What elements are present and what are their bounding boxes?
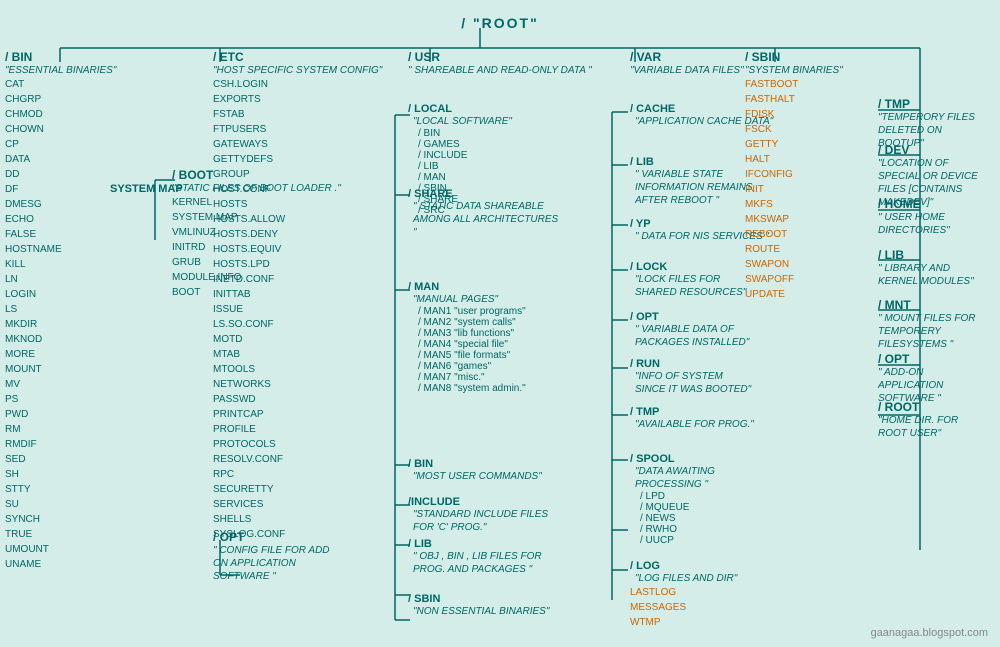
var-run-desc: "INFO OF SYSTEM SINCE IT WAS BOOTED" — [635, 370, 755, 396]
usr-man-sub: / MAN1 "user programs"/ MAN2 "system cal… — [418, 306, 526, 394]
var-log-label: / LOG — [630, 560, 737, 572]
home-right-label: / HOME — [878, 197, 988, 211]
home-right-desc: " USER HOME DIRECTORIES" — [878, 211, 988, 237]
etc-opt-column: / OPT " CONFIG FILE FOR ADD ON APPLICATI… — [213, 530, 333, 583]
usr-bin-label: / BIN — [408, 458, 542, 470]
usr-man: / MAN "MANUAL PAGES" / MAN1 "user progra… — [408, 278, 526, 394]
lib-right: / LIB " LIBRARY AND KERNEL MODULES" — [878, 248, 988, 288]
usr-sbin: / SBIN "NON ESSENTIAL BINARIES" — [408, 590, 549, 618]
opt-right: / OPT " ADD-ON APPLICATION SOFTWARE " — [878, 352, 988, 405]
bin-desc: "ESSENTIAL BINARIES" — [5, 64, 116, 77]
lib-right-desc: " LIBRARY AND KERNEL MODULES" — [878, 262, 988, 288]
var-spool: / SPOOL "DATA AWAITING PROCESSING " / LP… — [630, 450, 755, 546]
usr-include-label: /INCLUDE — [408, 496, 563, 508]
root-right: / ROOT "HOME DIR. FOR ROOT USER" — [878, 400, 988, 440]
usr-column: / USR " SHAREABLE AND READ-ONLY DATA " — [408, 50, 592, 77]
var-run-label: / RUN — [630, 358, 755, 370]
sbin-label: / SBIN — [745, 50, 843, 64]
bin-label: / BIN — [5, 50, 116, 64]
var-column: / VAR "VARIABLE DATA FILES" — [630, 50, 744, 77]
var-log: / LOG "LOG FILES AND DIR" LASTLOGMESSAGE… — [630, 557, 737, 630]
usr-man-label: / MAN — [408, 281, 526, 293]
var-log-desc: "LOG FILES AND DIR" — [635, 572, 737, 585]
root-title: / "ROOT" — [10, 10, 990, 31]
bin-column: / BIN "ESSENTIAL BINARIES" CATCHGRPCHMOD… — [5, 50, 116, 572]
usr-bin: / BIN "MOST USER COMMANDS" — [408, 455, 542, 483]
var-label: / VAR — [630, 50, 744, 64]
mnt-right-label: / MNT — [878, 298, 988, 312]
var-tmp-label: / TMP — [630, 406, 754, 418]
usr-man-desc: "MANUAL PAGES" — [413, 293, 526, 306]
var-opt-desc: " VARIABLE DATA OF PACKAGES INSTALLED" — [635, 323, 755, 349]
usr-share-desc: " STATIC DATA SHAREABLE AMONG ALL ARCHIT… — [413, 200, 563, 239]
etc-opt-desc: " CONFIG FILE FOR ADD ON APPLICATION SOF… — [213, 544, 333, 583]
usr-lib: / LIB " OBJ , BIN , LIB FILES FOR PROG. … — [408, 535, 563, 576]
etc-column: / ETC "HOST SPECIFIC SYSTEM CONFIG" CSH.… — [213, 50, 382, 542]
usr-sbin-label: / SBIN — [408, 593, 549, 605]
bin-files: CATCHGRPCHMODCHOWNCPDATADDDFDMESGECHOFAL… — [5, 77, 116, 572]
usr-lib-label: / LIB — [408, 538, 563, 550]
usr-share: / SHARE " STATIC DATA SHAREABLE AMONG AL… — [408, 185, 563, 239]
etc-desc: "HOST SPECIFIC SYSTEM CONFIG" — [213, 64, 382, 77]
usr-label: / USR — [408, 50, 592, 64]
usr-include: /INCLUDE "STANDARD INCLUDE FILES FOR 'C'… — [408, 493, 563, 534]
usr-local-label: / LOCAL — [408, 103, 512, 115]
root-right-desc: "HOME DIR. FOR ROOT USER" — [878, 414, 988, 440]
var-lock-desc: "LOCK FILES FOR SHARED RESOURCES" — [635, 273, 755, 299]
mnt-right-desc: " MOUNT FILES FOR TEMPORERY FILESYSTEMS … — [878, 312, 988, 351]
mnt-right: / MNT " MOUNT FILES FOR TEMPORERY FILESY… — [878, 298, 988, 351]
var-opt: / OPT " VARIABLE DATA OF PACKAGES INSTAL… — [630, 308, 755, 349]
var-lock: / LOCK "LOCK FILES FOR SHARED RESOURCES" — [630, 258, 755, 299]
var-desc: "VARIABLE DATA FILES" — [630, 64, 744, 77]
usr-include-desc: "STANDARD INCLUDE FILES FOR 'C' PROG." — [413, 508, 563, 534]
sbin-column: / SBIN "SYSTEM BINARIES" FASTBOOTFASTHAL… — [745, 50, 843, 302]
etc-label: / ETC — [213, 50, 382, 64]
usr-local-desc: "LOCAL SOFTWARE" — [413, 115, 512, 128]
usr-sbin-desc: "NON ESSENTIAL BINARIES" — [413, 605, 549, 618]
usr-bin-desc: "MOST USER COMMANDS" — [413, 470, 542, 483]
sbin-files: FASTBOOTFASTHALTFDISKFSCKGETTYHALTIFCONF… — [745, 77, 843, 302]
tmp-right-label: / TMP — [878, 97, 988, 111]
sbin-desc: "SYSTEM BINARIES" — [745, 64, 843, 77]
var-run: / RUN "INFO OF SYSTEM SINCE IT WAS BOOTE… — [630, 355, 755, 396]
var-log-files: LASTLOGMESSAGESWTMP — [630, 585, 737, 630]
opt-right-label: / OPT — [878, 352, 988, 366]
etc-opt-label: / OPT — [213, 530, 333, 544]
usr-lib-desc: " OBJ , BIN , LIB FILES FOR PROG. AND PA… — [413, 550, 563, 576]
usr-desc: " SHAREABLE AND READ-ONLY DATA " — [408, 64, 592, 77]
watermark: gaanagaa.blogspot.com — [871, 627, 988, 639]
lib-right-label: / LIB — [878, 248, 988, 262]
dev-right-label: / DEV — [878, 143, 988, 157]
var-tmp-desc: "AVAILABLE FOR PROG." — [635, 418, 754, 431]
var-tmp: / TMP "AVAILABLE FOR PROG." — [630, 403, 754, 431]
var-spool-desc: "DATA AWAITING PROCESSING " — [635, 465, 755, 491]
etc-files: CSH.LOGINEXPORTSFSTABFTPUSERSGATEWAYSGET… — [213, 77, 382, 542]
root-right-label: / ROOT — [878, 400, 988, 414]
var-spool-label: / SPOOL — [630, 453, 755, 465]
var-spool-sub: / LPD/ MQUEUE/ NEWS/ RWHO/ UUCP — [640, 491, 755, 546]
home-right: / HOME " USER HOME DIRECTORIES" — [878, 197, 988, 237]
var-opt-label: / OPT — [630, 311, 755, 323]
page: / "ROOT" — [0, 0, 1000, 647]
var-lock-label: / LOCK — [630, 261, 755, 273]
usr-share-label: / SHARE — [408, 188, 563, 200]
